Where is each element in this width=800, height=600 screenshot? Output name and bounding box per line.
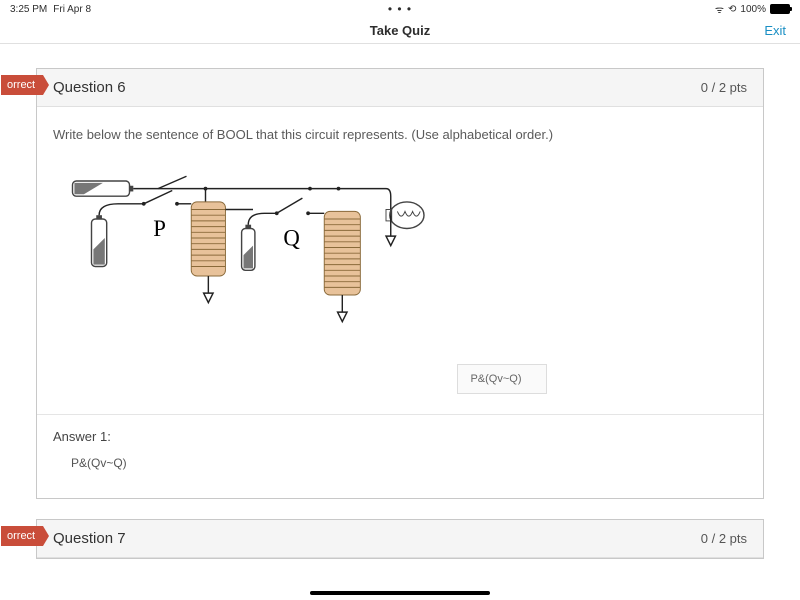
question-card-7: orrect Question 7 0 / 2 pts (36, 519, 764, 559)
status-time: 3:25 PM (10, 4, 47, 15)
page-title: Take Quiz (370, 23, 430, 38)
circuit-diagram: P (53, 162, 453, 352)
question-title: Question 6 (53, 79, 126, 96)
battery-icon (770, 4, 790, 14)
battery-mid-icon (242, 225, 255, 271)
student-answer-input[interactable]: P&(Qv~Q) (457, 364, 547, 394)
coil-p-icon (191, 202, 225, 303)
question-header: Question 6 0 / 2 pts (37, 69, 763, 107)
battery-pct: 100% (740, 4, 766, 15)
battery-left-icon (92, 215, 107, 266)
battery-top-icon (73, 181, 134, 196)
status-bar: 3:25 PM Fri Apr 8 • • • ᯤ ⟲ 100% (0, 0, 800, 18)
question-card-6: orrect Question 6 0 / 2 pts Write below … (36, 68, 764, 499)
status-date: Fri Apr 8 (53, 4, 91, 15)
question-header: Question 7 0 / 2 pts (37, 520, 763, 558)
coil-q-icon (324, 211, 360, 321)
answer-value: P&(Qv~Q) (53, 456, 747, 488)
divider (37, 414, 763, 415)
home-indicator[interactable] (310, 591, 490, 595)
multitask-dots[interactable]: • • • (388, 2, 412, 16)
question-title: Question 7 (53, 530, 126, 547)
question-points: 0 / 2 pts (701, 531, 747, 546)
incorrect-flag: orrect (1, 526, 43, 546)
orientation-lock-icon: ⟲ (728, 4, 736, 15)
content-scroll[interactable]: orrect Question 6 0 / 2 pts Write below … (0, 44, 800, 600)
label-p: P (153, 216, 166, 241)
bulb-icon (386, 202, 424, 229)
question-body: Write below the sentence of BOOL that th… (37, 107, 763, 498)
wifi-icon: ᯤ (715, 2, 724, 16)
nav-bar: Take Quiz Exit (0, 18, 800, 44)
exit-button[interactable]: Exit (764, 23, 786, 38)
question-points: 0 / 2 pts (701, 80, 747, 95)
incorrect-flag: orrect (1, 75, 43, 95)
answer-label: Answer 1: (53, 429, 747, 444)
label-q: Q (283, 226, 300, 251)
question-prompt: Write below the sentence of BOOL that th… (53, 127, 747, 142)
